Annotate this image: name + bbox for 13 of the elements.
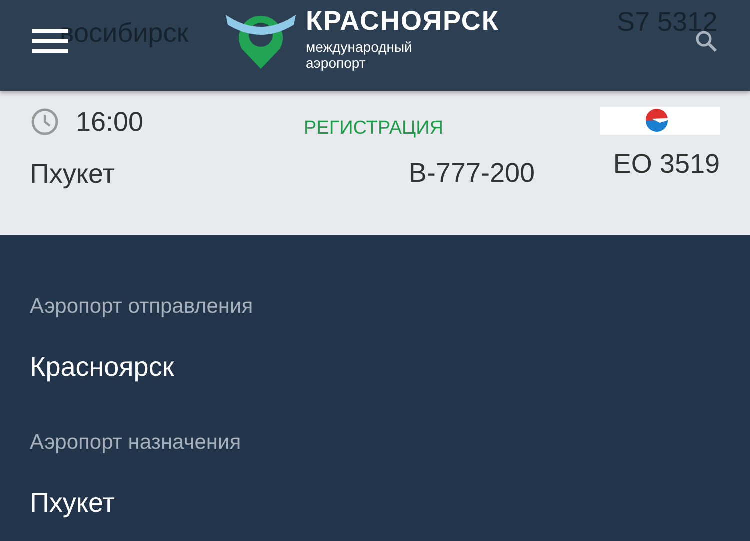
flight-number: EO 3519: [613, 151, 720, 178]
field-label: Аэропорт назначения: [30, 430, 242, 456]
departure-time: 16:00: [76, 108, 144, 136]
destination-city: Пхукет: [30, 161, 116, 188]
logo-title: КРАСНОЯРСК: [306, 8, 500, 35]
field-value: Пхукет: [30, 486, 116, 520]
field-value: Красноярск: [30, 350, 176, 384]
logo-subtitle: международный аэропорт: [306, 39, 414, 72]
field-label: Аэропорт отправления: [30, 294, 254, 320]
clock-icon: [30, 107, 60, 137]
aircraft-type: B-777-200: [408, 160, 535, 186]
search-icon[interactable]: [695, 30, 719, 54]
status-label: РЕГИСТРАЦИЯ: [304, 117, 444, 141]
